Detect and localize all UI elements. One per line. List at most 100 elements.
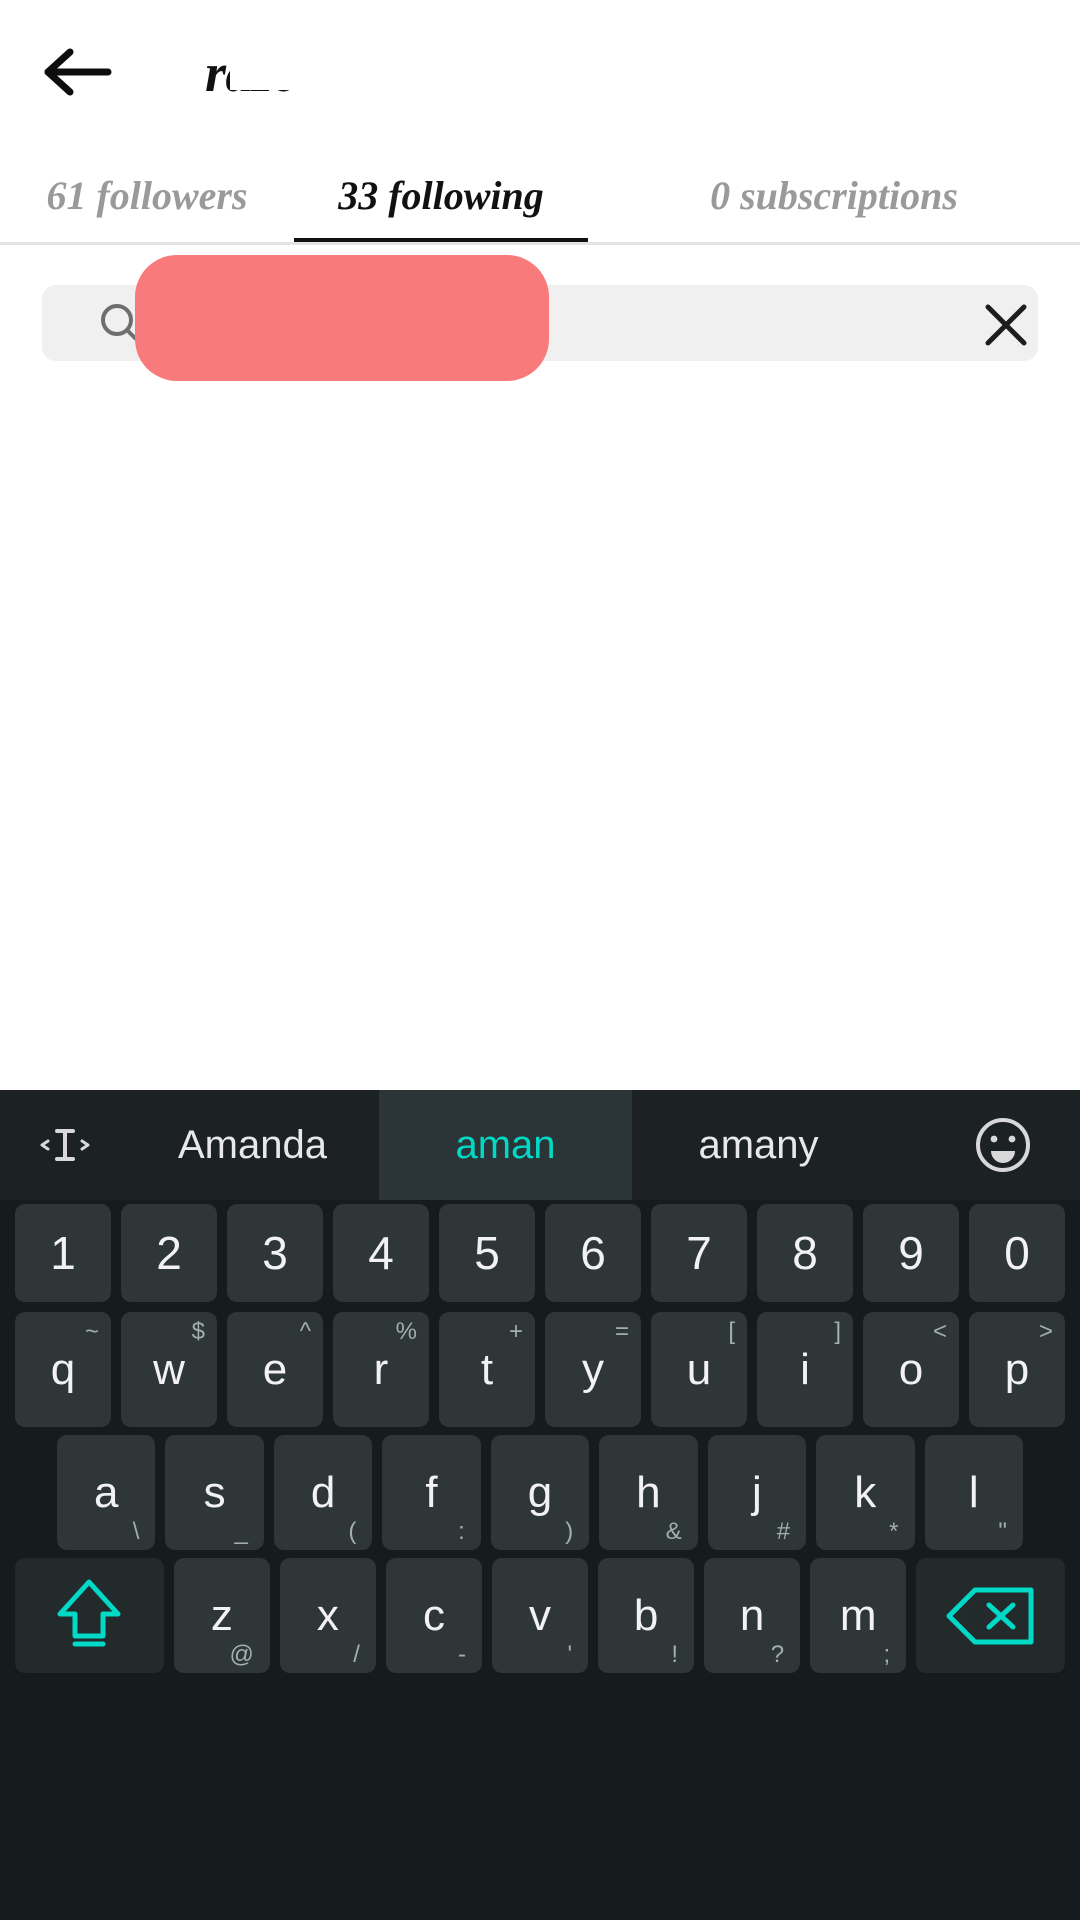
key-label: r — [333, 1345, 429, 1395]
key-label: q — [15, 1345, 111, 1395]
text-cursor-icon[interactable] — [10, 1090, 120, 1200]
tap-highlight-overlay — [135, 255, 549, 381]
key-label: 4 — [333, 1226, 429, 1280]
key-label: e — [227, 1345, 323, 1395]
key-c[interactable]: c- — [386, 1558, 482, 1673]
key-alt-label: ] — [834, 1318, 841, 1346]
key-v[interactable]: v' — [492, 1558, 588, 1673]
keyboard-row-bottom: z@ x/ c- v' b! n? m; — [0, 1558, 1080, 1673]
key-y[interactable]: =y — [545, 1312, 641, 1427]
key-t[interactable]: +t — [439, 1312, 535, 1427]
key-label: d — [274, 1468, 372, 1518]
key-3[interactable]: 3 — [227, 1204, 323, 1302]
key-r[interactable]: %r — [333, 1312, 429, 1427]
app-screen: razo 61 followers 33 following 0 subscri… — [0, 0, 1080, 1090]
key-label: 8 — [757, 1226, 853, 1280]
key-m[interactable]: m; — [810, 1558, 906, 1673]
key-alt-label: - — [458, 1641, 466, 1669]
key-alt-label: $ — [192, 1318, 205, 1346]
key-alt-label: @ — [230, 1641, 254, 1669]
app-header: razo — [0, 0, 1080, 145]
key-l[interactable]: l" — [925, 1435, 1023, 1550]
key-alt-label: \ — [133, 1518, 140, 1546]
key-1[interactable]: 1 — [15, 1204, 111, 1302]
key-alt-label: [ — [728, 1318, 735, 1346]
key-label: w — [121, 1345, 217, 1395]
emoji-icon[interactable] — [948, 1090, 1058, 1200]
key-f[interactable]: f: — [382, 1435, 480, 1550]
key-o[interactable]: <o — [863, 1312, 959, 1427]
key-alt-label: & — [666, 1518, 682, 1546]
key-q[interactable]: ~q — [15, 1312, 111, 1427]
suggestion-bar: Amanda aman amany — [0, 1090, 1080, 1200]
key-label: j — [708, 1468, 806, 1518]
key-g[interactable]: g) — [491, 1435, 589, 1550]
key-alt-label: _ — [235, 1518, 248, 1546]
key-alt-label: / — [353, 1641, 360, 1669]
title-occluder — [230, 28, 344, 90]
key-u[interactable]: [u — [651, 1312, 747, 1427]
key-5[interactable]: 5 — [439, 1204, 535, 1302]
key-z[interactable]: z@ — [174, 1558, 270, 1673]
key-alt-label: < — [933, 1318, 947, 1346]
results-area — [0, 400, 1080, 1090]
key-i[interactable]: ]i — [757, 1312, 853, 1427]
key-x[interactable]: x/ — [280, 1558, 376, 1673]
key-h[interactable]: h& — [599, 1435, 697, 1550]
shift-key[interactable] — [15, 1558, 164, 1673]
key-j[interactable]: j# — [708, 1435, 806, 1550]
key-label: h — [599, 1468, 697, 1518]
tab-followers[interactable]: 61 followers — [0, 145, 294, 245]
key-label: f — [382, 1468, 480, 1518]
key-4[interactable]: 4 — [333, 1204, 429, 1302]
key-n[interactable]: n? — [704, 1558, 800, 1673]
key-p[interactable]: >p — [969, 1312, 1065, 1427]
suggestion-item[interactable]: amany — [632, 1090, 885, 1200]
key-2[interactable]: 2 — [121, 1204, 217, 1302]
key-d[interactable]: d( — [274, 1435, 372, 1550]
key-9[interactable]: 9 — [863, 1204, 959, 1302]
key-k[interactable]: k* — [816, 1435, 914, 1550]
key-label: z — [174, 1591, 270, 1641]
key-alt-label: % — [396, 1318, 417, 1346]
key-label: v — [492, 1591, 588, 1641]
back-button[interactable] — [32, 26, 124, 118]
key-alt-label: ; — [884, 1641, 891, 1669]
clear-search-button[interactable] — [980, 299, 1032, 351]
key-alt-label: : — [458, 1518, 465, 1546]
key-6[interactable]: 6 — [545, 1204, 641, 1302]
keyboard-row-home: a\ s_ d( f: g) h& j# k* l" — [0, 1435, 1080, 1550]
key-8[interactable]: 8 — [757, 1204, 853, 1302]
tab-following[interactable]: 33 following — [294, 145, 588, 245]
key-e[interactable]: ^e — [227, 1312, 323, 1427]
key-label: 6 — [545, 1226, 641, 1280]
tabs-divider — [0, 242, 1080, 245]
key-label: 1 — [15, 1226, 111, 1280]
suggestion-item[interactable]: Amanda — [126, 1090, 379, 1200]
key-label: l — [925, 1468, 1023, 1518]
key-alt-label: # — [777, 1518, 790, 1546]
key-label: g — [491, 1468, 589, 1518]
key-alt-label: * — [889, 1518, 898, 1546]
key-label: u — [651, 1345, 747, 1395]
backspace-key[interactable] — [916, 1558, 1065, 1673]
key-label: i — [757, 1345, 853, 1395]
key-a[interactable]: a\ — [57, 1435, 155, 1550]
key-label: 3 — [227, 1226, 323, 1280]
key-7[interactable]: 7 — [651, 1204, 747, 1302]
key-label: 5 — [439, 1226, 535, 1280]
key-w[interactable]: $w — [121, 1312, 217, 1427]
key-alt-label: ( — [348, 1518, 356, 1546]
key-alt-label: ' — [567, 1641, 572, 1669]
key-label: c — [386, 1591, 482, 1641]
key-label: p — [969, 1345, 1065, 1395]
tab-subscriptions[interactable]: 0 subscriptions — [588, 145, 1080, 245]
suggestion-item-selected[interactable]: aman — [379, 1090, 632, 1200]
key-label: y — [545, 1345, 641, 1395]
key-0[interactable]: 0 — [969, 1204, 1065, 1302]
key-s[interactable]: s_ — [165, 1435, 263, 1550]
key-label: t — [439, 1345, 535, 1395]
key-alt-label: ~ — [85, 1318, 99, 1346]
key-b[interactable]: b! — [598, 1558, 694, 1673]
key-label: a — [57, 1468, 155, 1518]
